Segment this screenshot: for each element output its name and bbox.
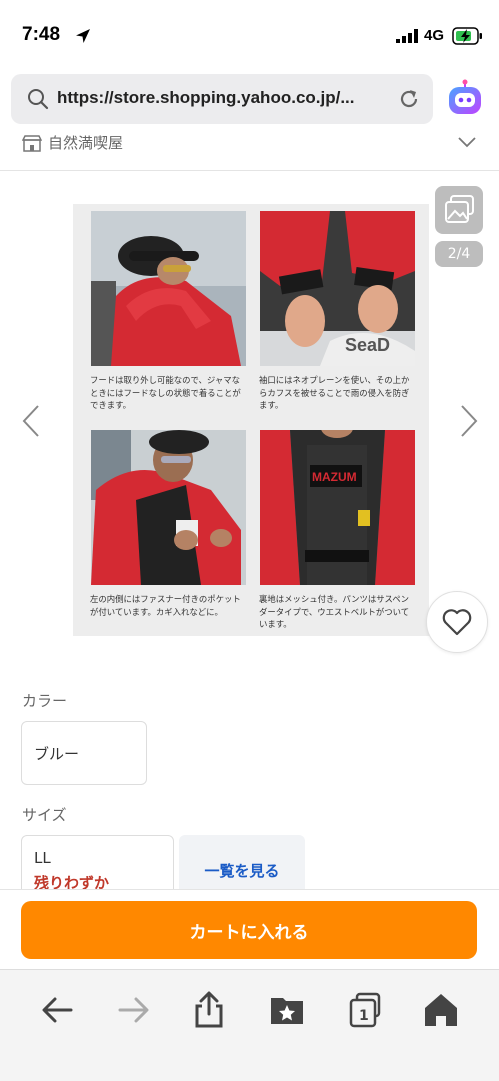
image-counter: 2/4 bbox=[435, 241, 483, 267]
store-bar[interactable]: 自然満喫屋 bbox=[0, 130, 499, 171]
size-value: LL bbox=[34, 849, 51, 867]
share-icon[interactable] bbox=[189, 990, 229, 1030]
size-label: サイズ bbox=[22, 806, 67, 824]
caption-pocket: 左の内側にはファスナー付きのポケットが付いています。カギ入れなどに。 bbox=[90, 594, 241, 617]
favorite-button[interactable] bbox=[426, 591, 488, 653]
network-type: 4G bbox=[424, 27, 445, 44]
add-to-cart-label: カートに入れる bbox=[189, 922, 309, 942]
caption-cuffs: 袖口にはネオプレーンを使い、その上からカフスを被せることで雨の侵入を防ぎます。 bbox=[259, 375, 410, 410]
product-photo-hood bbox=[91, 211, 246, 366]
reload-icon[interactable] bbox=[397, 87, 421, 111]
forward-arrow-icon[interactable] bbox=[114, 990, 154, 1030]
color-label: カラー bbox=[22, 692, 68, 710]
status-time: 7:48 bbox=[22, 24, 61, 45]
product-image[interactable]: SeaD フードは取り外し可能なので、ジャマなときにはフードなしの状態で着ること… bbox=[73, 204, 429, 636]
prev-image-icon[interactable] bbox=[20, 404, 42, 438]
home-icon[interactable] bbox=[421, 990, 461, 1030]
assistant-icon[interactable] bbox=[446, 79, 484, 117]
product-photo-lining: MAZUM bbox=[260, 430, 415, 585]
color-value: ブルー bbox=[34, 745, 80, 763]
svg-text:MAZUM: MAZUM bbox=[312, 470, 357, 484]
search-icon bbox=[28, 89, 49, 110]
next-image-icon[interactable] bbox=[458, 404, 480, 438]
svg-text:SeaD: SeaD bbox=[345, 335, 390, 355]
location-arrow-icon bbox=[76, 29, 90, 43]
address-bar[interactable]: https://store.shopping.yahoo.co.jp/... bbox=[11, 74, 433, 124]
view-list-label: 一覧を見る bbox=[204, 862, 280, 880]
add-to-cart-button[interactable]: カートに入れる bbox=[21, 901, 477, 959]
browser-toolbar: 1 bbox=[0, 969, 499, 1081]
store-name[interactable]: 自然満喫屋 bbox=[48, 132, 123, 153]
battery-charging-icon bbox=[452, 27, 482, 45]
svg-text:1: 1 bbox=[359, 1008, 369, 1024]
color-option[interactable]: ブルー bbox=[21, 721, 147, 785]
images-icon bbox=[445, 195, 474, 223]
signal-bars-icon bbox=[396, 29, 418, 43]
status-bar: 7:48 4G bbox=[0, 0, 499, 70]
store-icon bbox=[22, 135, 42, 152]
caption-lining: 裏地はメッシュ付き。パンツはサスペンダータイプで、ウエストベルトがついています。 bbox=[259, 594, 410, 629]
chevron-down-icon[interactable] bbox=[458, 136, 476, 148]
bookmarks-icon[interactable] bbox=[267, 990, 307, 1030]
caption-hood: フードは取り外し可能なので、ジャマなときにはフードなしの状態で着ることができます… bbox=[90, 375, 241, 410]
product-photo-cuffs: SeaD bbox=[260, 211, 415, 366]
heart-icon bbox=[442, 609, 472, 636]
product-photo-pocket bbox=[91, 430, 246, 585]
gallery-view-button[interactable] bbox=[435, 186, 483, 234]
url-text[interactable]: https://store.shopping.yahoo.co.jp/... bbox=[57, 88, 355, 108]
tabs-icon[interactable]: 1 bbox=[345, 990, 385, 1030]
back-arrow-icon[interactable] bbox=[37, 990, 77, 1030]
cart-bar: カートに入れる bbox=[0, 889, 499, 970]
